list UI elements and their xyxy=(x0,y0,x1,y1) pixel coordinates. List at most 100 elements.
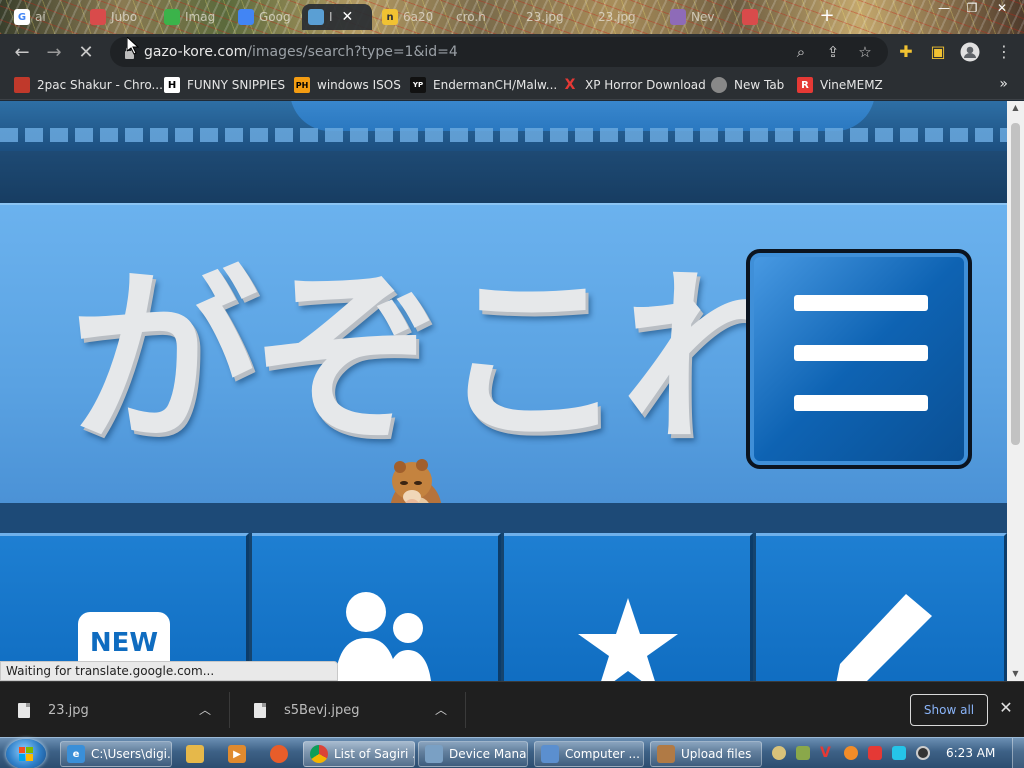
tile-new[interactable]: NEW xyxy=(0,533,249,681)
bookmark-label: FUNNY SNIPPIES xyxy=(187,78,286,92)
tab-2[interactable]: Jubo xyxy=(84,4,156,30)
tab-favicon-icon xyxy=(90,9,106,25)
bookmark-item[interactable]: New Tab xyxy=(711,75,784,95)
nav-tiles-border xyxy=(0,503,1007,533)
start-button[interactable] xyxy=(6,739,46,768)
vertical-scrollbar[interactable]: ▲ ▼ xyxy=(1007,101,1024,681)
tile-users[interactable] xyxy=(252,533,501,681)
tab-title: I xyxy=(329,10,333,24)
tab-title: cro.h xyxy=(456,10,486,24)
bookmark-item[interactable]: X XP Horror Download xyxy=(562,75,706,95)
bookmark-label: windows ISOS xyxy=(317,78,401,92)
back-arrow-icon[interactable]: ← xyxy=(6,36,38,68)
tab-9[interactable]: 23.jpg xyxy=(592,4,660,30)
taskbar-item-device-manager[interactable]: Device Mana... xyxy=(418,741,528,767)
tab-4[interactable]: Goog xyxy=(232,4,300,30)
window-close-icon[interactable]: ✕ xyxy=(988,0,1016,16)
tab-10[interactable]: Nev xyxy=(664,4,734,30)
tray-app-icon[interactable] xyxy=(796,746,810,760)
side-panel-icon[interactable]: ▣ xyxy=(928,42,948,62)
taskbar-item-media[interactable]: ▶ xyxy=(222,741,252,767)
scroll-down-icon[interactable]: ▼ xyxy=(1007,667,1024,681)
taskbar-item-computer[interactable]: Computer ... xyxy=(534,741,644,767)
tab-6[interactable]: n 6a20 xyxy=(376,4,446,30)
tab-favicon-icon xyxy=(164,9,180,25)
close-icon[interactable]: ✕ xyxy=(342,9,354,25)
tab-favicon-icon xyxy=(742,9,758,25)
tab-3[interactable]: Imag xyxy=(158,4,230,30)
bookmark-favicon-icon: H xyxy=(164,77,180,93)
taskbar-item-app[interactable] xyxy=(264,741,294,767)
tab-7[interactable]: cro.h xyxy=(450,4,518,30)
new-tab-button[interactable]: + xyxy=(818,6,836,26)
site-header-tab xyxy=(290,101,875,131)
share-icon[interactable]: ⇪ xyxy=(824,43,842,61)
folder-icon xyxy=(186,745,204,763)
download-item[interactable]: 23.jpg ︿ xyxy=(0,692,230,728)
scroll-up-icon[interactable]: ▲ xyxy=(1007,101,1024,115)
tray-v-icon[interactable]: V xyxy=(820,746,834,760)
file-icon xyxy=(18,702,30,718)
show-desktop-button[interactable] xyxy=(1012,738,1024,768)
device-manager-icon xyxy=(425,745,443,763)
tray-search-icon[interactable] xyxy=(844,746,858,760)
tab-title: Goog xyxy=(259,10,291,24)
menu-icon-bar xyxy=(794,395,928,411)
url-path: /images/search?type=1&id=4 xyxy=(247,44,458,60)
bookmark-item[interactable]: H FUNNY SNIPPIES xyxy=(164,75,285,95)
tab-title: ai xyxy=(35,10,46,24)
taskbar-item-chrome[interactable]: List of Sagiri ... xyxy=(303,741,415,767)
app-icon xyxy=(270,745,288,763)
bookmark-label: XP Horror Download xyxy=(585,78,706,92)
tray-flag-icon[interactable] xyxy=(868,746,882,760)
url-text[interactable]: gazo-kore.com/images/search?type=1&id=4 xyxy=(144,44,458,60)
bookmark-item[interactable]: R VineMEMZ xyxy=(797,75,883,95)
bookmark-label: New Tab xyxy=(734,78,785,92)
chevron-up-icon[interactable]: ︿ xyxy=(199,701,211,718)
scrollbar-thumb[interactable] xyxy=(1011,123,1020,445)
taskbar-item-explorer[interactable]: e C:\Users\digi... xyxy=(60,741,172,767)
taskbar-clock[interactable]: 6:23 AM xyxy=(946,746,995,760)
tab-title: Imag xyxy=(185,10,216,24)
tab-active[interactable]: I ✕ xyxy=(302,4,372,30)
tab-favicon-icon xyxy=(308,9,324,25)
zoom-icon[interactable]: ⌕ xyxy=(792,43,810,61)
download-filename: 23.jpg xyxy=(48,702,89,718)
address-bar[interactable]: gazo-kore.com/images/search?type=1&id=4 … xyxy=(110,37,888,67)
close-downloads-icon[interactable]: ✕ xyxy=(996,698,1016,718)
site-logo-banner: がぞこれ xyxy=(0,203,1007,545)
hamburger-menu-button[interactable] xyxy=(746,249,972,469)
taskbar-item-folder[interactable] xyxy=(180,741,210,767)
bookmark-item[interactable]: YP EndermanCH/Malw... xyxy=(410,75,557,95)
tab-title: 23.jpg xyxy=(526,10,564,24)
forward-arrow-icon[interactable]: → xyxy=(38,36,70,68)
bookmarks-overflow-icon[interactable]: » xyxy=(999,76,1008,92)
tray-monitor-icon[interactable] xyxy=(892,746,906,760)
taskbar-item-upload[interactable]: Upload files xyxy=(650,741,762,767)
tray-volume-icon[interactable] xyxy=(916,746,930,760)
url-domain: gazo-kore.com xyxy=(144,44,248,60)
tab-favicon-icon xyxy=(670,9,686,25)
bookmark-star-icon[interactable]: ☆ xyxy=(856,43,874,61)
profile-avatar-icon[interactable] xyxy=(960,42,980,62)
chevron-up-icon[interactable]: ︿ xyxy=(435,701,447,718)
bookmark-item[interactable]: PH windows ISOS xyxy=(294,75,401,95)
stop-loading-icon[interactable]: ✕ xyxy=(70,36,102,68)
taskbar-label: Computer ... xyxy=(565,747,640,761)
tab-1[interactable]: G ai xyxy=(8,4,78,30)
tile-post[interactable] xyxy=(756,533,1007,681)
restore-icon[interactable]: ❐ xyxy=(958,0,986,16)
tab-8[interactable]: 23.jpg xyxy=(520,4,588,30)
bookmark-item[interactable]: 2pac Shakur - Chro... xyxy=(14,75,163,95)
menu-icon-bar xyxy=(794,345,928,361)
minimize-icon[interactable]: — xyxy=(930,0,958,16)
kebab-menu-icon[interactable]: ⋮ xyxy=(994,42,1014,62)
show-all-button[interactable]: Show all xyxy=(910,694,988,726)
tray-disc-icon[interactable] xyxy=(772,746,786,760)
download-item[interactable]: s5Bevj.jpeg ︿ xyxy=(236,692,466,728)
bookmark-label: 2pac Shakur - Chro... xyxy=(37,78,163,92)
tab-11[interactable] xyxy=(736,4,804,30)
extensions-icon[interactable]: ✚ xyxy=(896,42,916,62)
site-logo[interactable]: がぞこれ xyxy=(70,265,810,455)
tile-favorites[interactable] xyxy=(504,533,753,681)
